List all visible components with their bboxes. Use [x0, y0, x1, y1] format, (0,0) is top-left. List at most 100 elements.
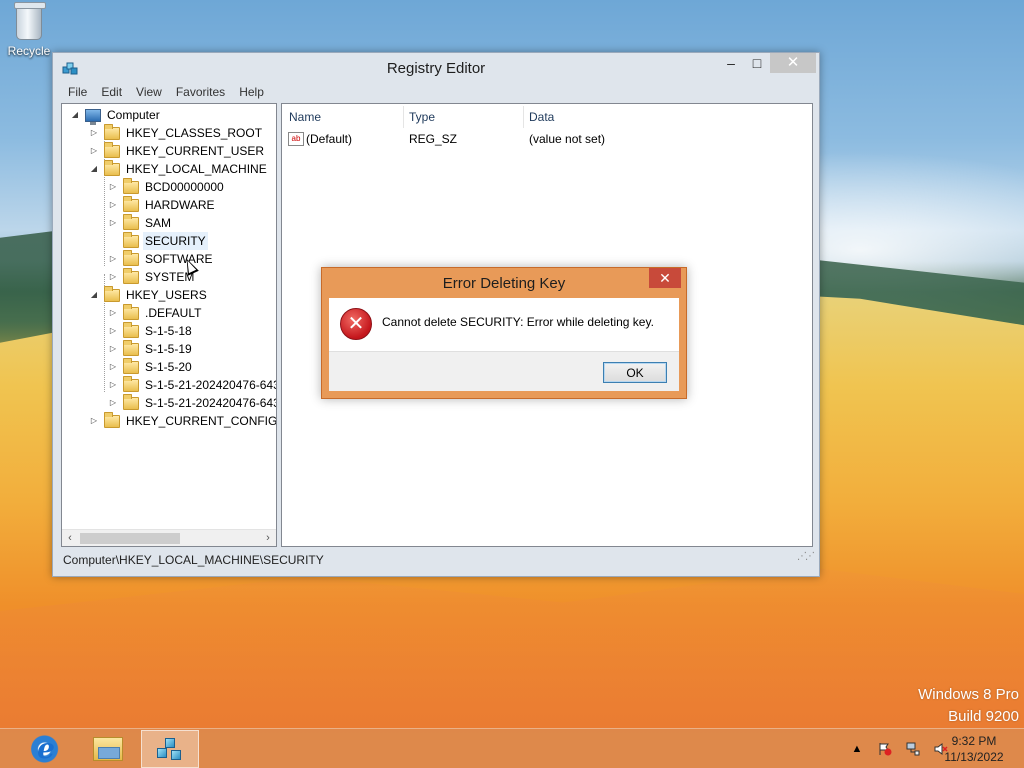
string-value-icon: ab: [288, 132, 304, 146]
folder-icon: [123, 321, 139, 338]
folder-icon: [104, 123, 120, 140]
column-divider[interactable]: [523, 106, 524, 128]
folder-icon: [123, 231, 139, 248]
menu-file[interactable]: File: [61, 83, 94, 103]
expand-arrow-icon[interactable]: ▷: [108, 362, 118, 372]
dialog-footer: OK: [329, 351, 679, 391]
expand-arrow-icon[interactable]: ▷: [108, 182, 118, 192]
tree-item-hkey-classes-root[interactable]: ▷ HKEY_CLASSES_ROOT: [89, 123, 264, 142]
tree-item-label: S-1-5-20: [145, 360, 192, 374]
windows-watermark: Windows 8 Pro Build 9200: [918, 684, 1019, 728]
taskbar-internet-explorer[interactable]: e: [17, 730, 75, 768]
expand-arrow-icon[interactable]: ▷: [108, 398, 118, 408]
expand-arrow-icon[interactable]: ▷: [108, 218, 118, 228]
folder-icon: [123, 339, 139, 356]
error-dialog: Error Deleting Key ✕ ✕ Cannot delete SEC…: [321, 267, 687, 399]
tree-item-hkey-current-user[interactable]: ▷ HKEY_CURRENT_USER: [89, 141, 266, 160]
scroll-left-icon[interactable]: ‹: [64, 532, 76, 544]
menu-view[interactable]: View: [129, 83, 169, 103]
tree-item-software[interactable]: ▷ SOFTWARE: [108, 249, 215, 268]
tree-item-sam[interactable]: ▷ SAM: [108, 213, 173, 232]
tree-item-s-1-5-21-a[interactable]: ▷ S-1-5-21-202420476-6430: [108, 375, 276, 394]
folder-icon: [123, 267, 139, 284]
show-hidden-icons-chevron-icon[interactable]: ▲: [849, 742, 865, 756]
minimize-button[interactable]: –: [718, 53, 744, 73]
column-header-data[interactable]: Data: [529, 110, 554, 124]
dialog-message: Cannot delete SECURITY: Error while dele…: [382, 315, 654, 329]
tree-item-label: HKEY_CLASSES_ROOT: [126, 126, 263, 140]
tree-item-label-selected: SECURITY: [143, 232, 208, 250]
expand-arrow-icon[interactable]: ▷: [108, 308, 118, 318]
collapse-arrow-icon[interactable]: ◢: [89, 290, 99, 300]
expand-arrow-icon[interactable]: ▷: [108, 344, 118, 354]
close-button[interactable]: ✕: [770, 53, 816, 73]
folder-icon: [123, 357, 139, 374]
tree-item-hkey-local-machine[interactable]: ◢ HKEY_LOCAL_MACHINE: [89, 159, 269, 178]
watermark-build: Build 9200: [948, 708, 1019, 725]
folder-icon: [123, 195, 139, 212]
window-title: Registry Editor: [386, 60, 486, 77]
clock-time: 9:32 PM: [951, 734, 997, 748]
tree-item-s-1-5-20[interactable]: ▷ S-1-5-20: [108, 357, 194, 376]
internet-explorer-icon: e: [31, 734, 61, 764]
tree-item-s-1-5-19[interactable]: ▷ S-1-5-19: [108, 339, 194, 358]
expand-arrow-icon[interactable]: ▷: [108, 380, 118, 390]
title-bar[interactable]: Registry Editor – □ ✕: [53, 53, 819, 83]
expand-arrow-icon[interactable]: ▷: [89, 128, 99, 138]
maximize-button[interactable]: □: [744, 53, 770, 73]
list-header: Name Type Data: [282, 104, 812, 130]
tree-item-hkey-current-config[interactable]: ▷ HKEY_CURRENT_CONFIG: [89, 411, 277, 430]
taskbar: e ▲ 9:32 PM 11/13/2022: [0, 728, 1024, 768]
tree-item-label: Computer: [107, 108, 160, 122]
file-explorer-icon: [93, 737, 123, 761]
dialog-body: ✕ Cannot delete SECURITY: Error while de…: [329, 298, 679, 391]
column-divider[interactable]: [403, 106, 404, 128]
status-path: Computer\HKEY_LOCAL_MACHINE\SECURITY: [63, 553, 324, 567]
tree-item-default[interactable]: ▷ .DEFAULT: [108, 303, 203, 322]
error-icon: ✕: [340, 308, 372, 340]
network-icon[interactable]: [905, 742, 921, 756]
expand-arrow-icon[interactable]: ▷: [108, 326, 118, 336]
column-header-type[interactable]: Type: [409, 110, 435, 124]
tree-item-system[interactable]: ▷ SYSTEM: [108, 267, 196, 286]
dialog-close-button[interactable]: ✕: [649, 268, 681, 288]
collapse-arrow-icon[interactable]: ◢: [89, 164, 99, 174]
folder-icon: [104, 159, 120, 176]
resize-grip-icon[interactable]: ⋰⋰: [797, 546, 815, 568]
tree-item-label: HKEY_CURRENT_CONFIG: [126, 414, 277, 428]
expand-arrow-icon[interactable]: ▷: [89, 146, 99, 156]
taskbar-file-explorer[interactable]: [79, 730, 137, 768]
column-header-name[interactable]: Name: [289, 110, 321, 124]
registry-tree-pane[interactable]: ◢ Computer ▷ HKEY_CLASSES_ROOT ▷ HKEY_CU…: [61, 103, 277, 547]
expand-arrow-icon[interactable]: ▷: [108, 200, 118, 210]
ok-button[interactable]: OK: [603, 362, 667, 383]
tree-item-label: SAM: [145, 216, 172, 230]
menu-bar: File Edit View Favorites Help: [61, 83, 271, 103]
action-center-flag-icon[interactable]: [877, 742, 893, 756]
tree-item-bcd00000000[interactable]: ▷ BCD00000000: [108, 177, 226, 196]
expand-arrow-icon[interactable]: ▷: [108, 272, 118, 282]
tree-item-s-1-5-21-b[interactable]: ▷ S-1-5-21-202420476-6430: [108, 393, 276, 412]
recycle-bin-desktop-icon[interactable]: Recycle: [6, 2, 52, 58]
tree-item-label: S-1-5-18: [145, 324, 192, 338]
tree-item-hkey-users[interactable]: ◢ HKEY_USERS: [89, 285, 209, 304]
tree-item-security[interactable]: SECURITY: [108, 231, 208, 250]
tree-item-s-1-5-18[interactable]: ▷ S-1-5-18: [108, 321, 194, 340]
expand-arrow-icon[interactable]: ▷: [108, 254, 118, 264]
tree-item-label: S-1-5-19: [145, 342, 192, 356]
scrollbar-thumb[interactable]: [80, 533, 180, 544]
scroll-right-icon[interactable]: ›: [262, 532, 274, 544]
list-item[interactable]: ab (Default) REG_SZ (value not set): [282, 130, 812, 150]
expand-arrow-icon[interactable]: ▷: [89, 416, 99, 426]
collapse-arrow-icon[interactable]: ◢: [70, 110, 80, 120]
menu-help[interactable]: Help: [232, 83, 271, 103]
tree-item-label: HKEY_LOCAL_MACHINE: [126, 162, 267, 176]
tree-horizontal-scrollbar[interactable]: ‹ ›: [62, 529, 276, 546]
tree-item-hardware[interactable]: ▷ HARDWARE: [108, 195, 217, 214]
taskbar-clock[interactable]: 9:32 PM 11/13/2022: [930, 733, 1018, 765]
taskbar-registry-editor[interactable]: [141, 730, 199, 768]
menu-edit[interactable]: Edit: [94, 83, 129, 103]
tree-item-computer[interactable]: ◢ Computer: [70, 106, 162, 125]
regedit-icon: [155, 734, 185, 764]
menu-favorites[interactable]: Favorites: [169, 83, 232, 103]
